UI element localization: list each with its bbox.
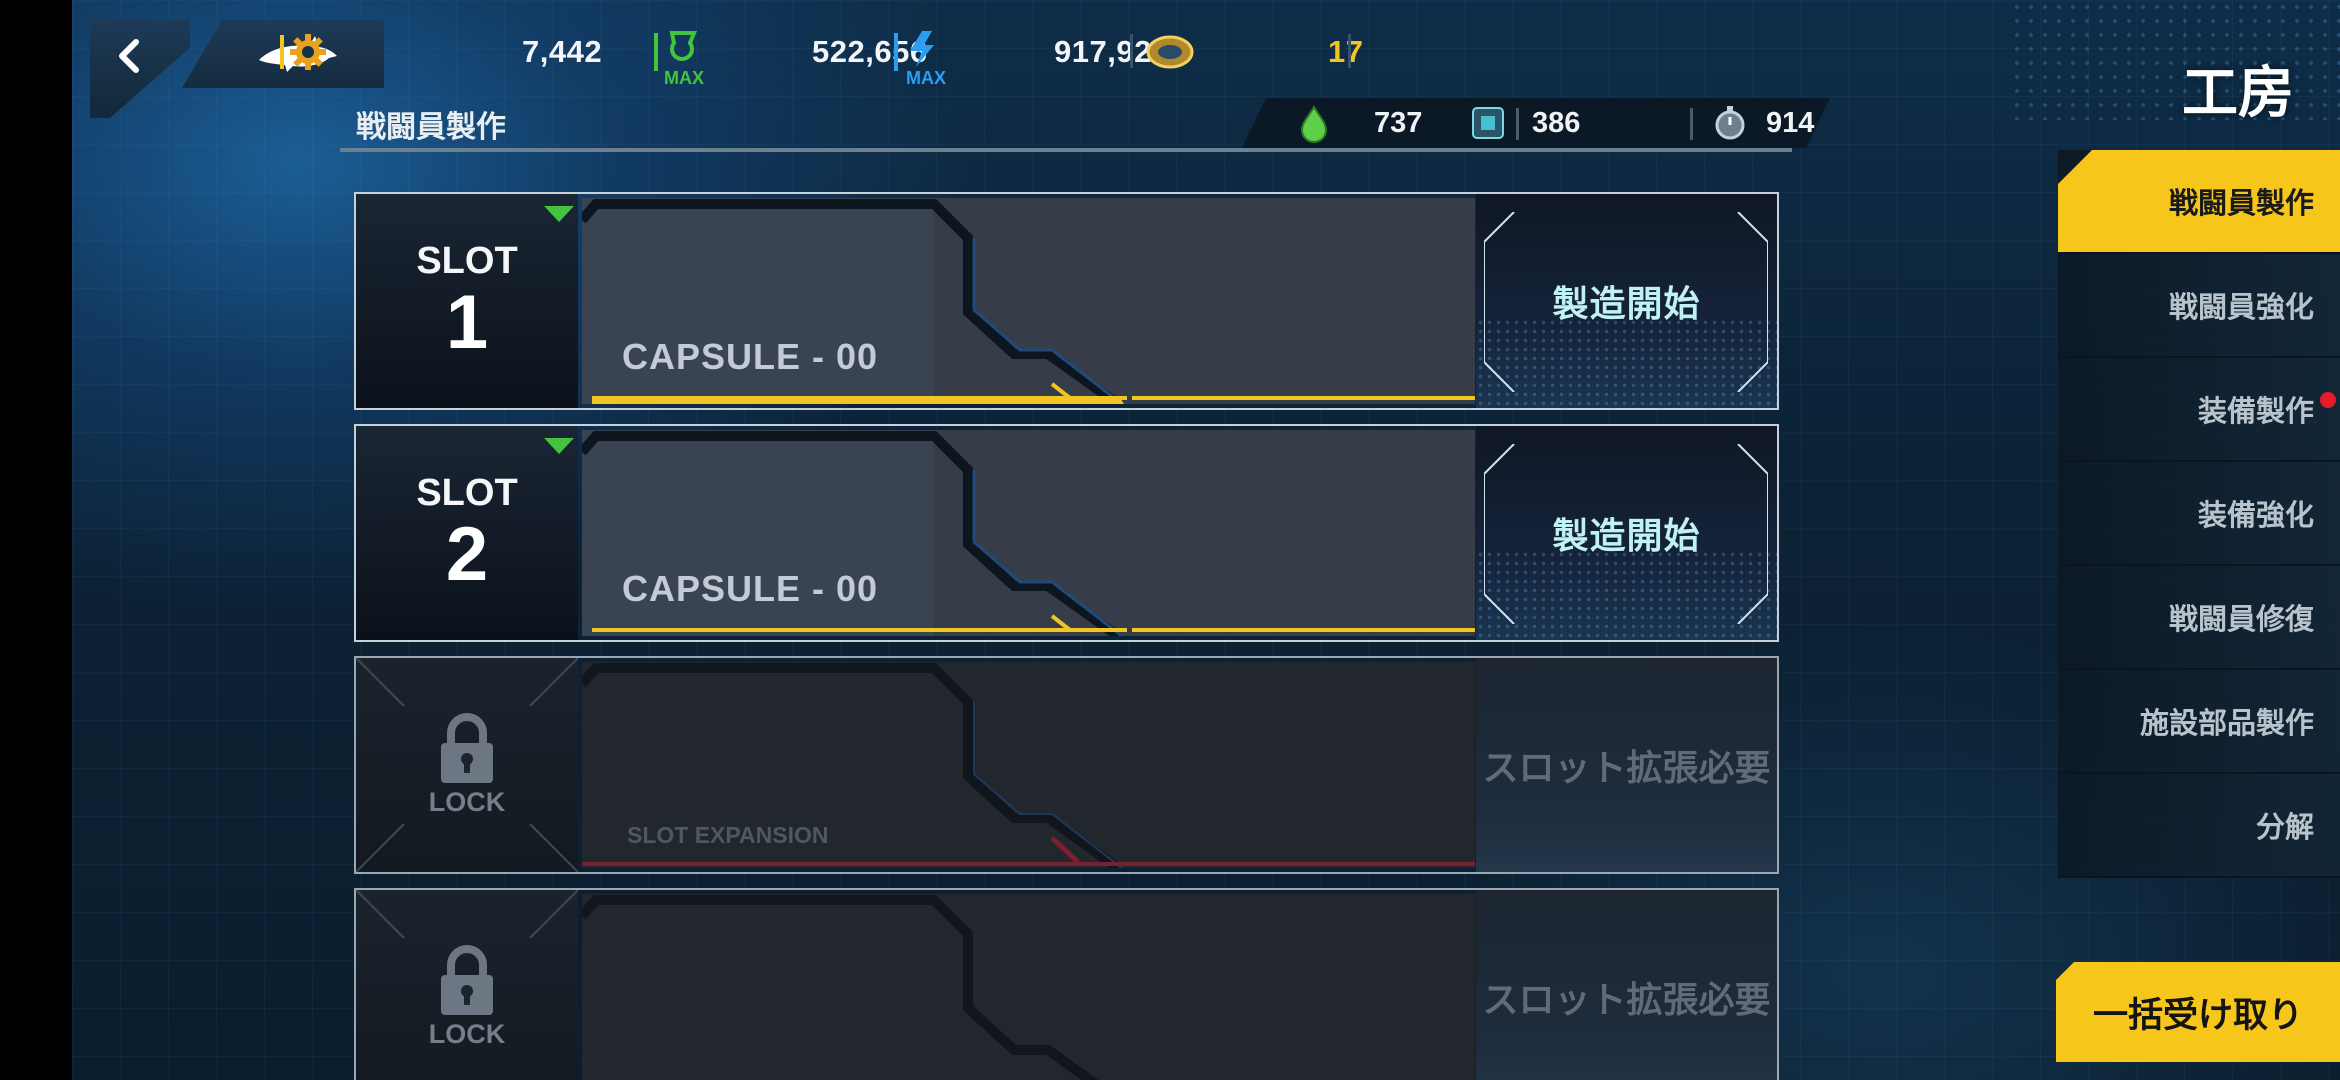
- green-drop-icon: [1300, 105, 1328, 143]
- start-production-button[interactable]: 製造開始: [1476, 426, 1777, 640]
- material-timer: 914: [1710, 98, 1814, 148]
- max-badge-blue: MAX: [906, 48, 946, 108]
- menu-item-combatant-repair[interactable]: 戦闘員修復: [2058, 566, 2340, 670]
- menu-item-label: 戦闘員強化: [2168, 290, 2314, 324]
- lock-corner-lines: [356, 658, 578, 872]
- bulk-receive-label: 一括受け取り: [2092, 995, 2303, 1036]
- resource-gear-value: 7,442: [522, 22, 602, 82]
- resource-gear: [278, 22, 328, 82]
- material-green-drop: 737: [1294, 98, 1422, 148]
- menu-item-facility-parts[interactable]: 施設部品製作: [2058, 670, 2340, 774]
- capsule-label: CAPSULE - 00: [622, 568, 879, 609]
- slot-4-locked: LOCK スロット拡張必要: [354, 888, 1779, 1080]
- menu-item-label: 装備製作: [2197, 394, 2314, 428]
- capsule-label: CAPSULE - 00: [622, 336, 879, 377]
- notification-dot-icon: [2320, 392, 2336, 408]
- resource-divider-end: [1348, 34, 1351, 68]
- slot-number: 1: [445, 280, 489, 365]
- capsule-panel: SLOT EXPANSION: [582, 662, 1475, 868]
- menu-item-equipment-enhance[interactable]: 装備強化: [2058, 462, 2340, 566]
- max-blue-badge: MAX: [906, 67, 946, 88]
- resource-divider: [1130, 34, 1133, 68]
- material-chip: 386: [1468, 98, 1580, 148]
- max-green-badge: MAX: [664, 67, 704, 88]
- capsule-panel: [582, 894, 1475, 1080]
- resource-ticket: [1142, 22, 1198, 82]
- timer-amount: 914: [1766, 106, 1815, 139]
- menu-item-dismantle[interactable]: 分解: [2058, 774, 2340, 878]
- timer-icon: [1715, 106, 1745, 140]
- slot-label: SLOT: [416, 472, 518, 514]
- new-indicator-icon: [544, 206, 574, 222]
- section-underline: [340, 148, 1792, 152]
- bulk-receive-button[interactable]: 一括受け取り: [2056, 962, 2340, 1062]
- menu-item-label: 施設部品製作: [2139, 706, 2314, 740]
- lock-corner-lines: [356, 890, 578, 939]
- slot-label: SLOT: [416, 240, 518, 282]
- side-menu: 戦闘員製作 戦闘員強化 装備製作 装備強化 戦闘員修復 施設部品製作 分解: [2058, 150, 2340, 878]
- lock-box[interactable]: LOCK: [356, 658, 578, 872]
- gear-amount: 7,442: [522, 34, 603, 69]
- lock-box[interactable]: LOCK: [356, 890, 578, 1080]
- section-title: 戦闘員製作: [356, 110, 506, 145]
- menu-item-label: 分解: [2255, 810, 2314, 844]
- slot-number: 2: [445, 512, 489, 597]
- start-production-button[interactable]: 製造開始: [1476, 194, 1777, 408]
- capsule-panel: CAPSULE - 00: [582, 430, 1475, 636]
- slot-expansion-required-label: スロット拡張必要: [1482, 748, 1771, 789]
- max-badge-green: MAX: [664, 48, 704, 108]
- start-production-label: 製造開始: [1552, 284, 1701, 325]
- workshop-screen: 7,442 MAX 522,656 MAX 917,920 17 工房 戦闘員製…: [72, 0, 2340, 1080]
- slot-1: SLOT 1 CAPSULE - 00 製造開始: [354, 192, 1779, 410]
- chip-icon: [1472, 107, 1504, 139]
- slot-expansion-required-label: スロット拡張必要: [1482, 980, 1771, 1021]
- slot-expansion-required-button[interactable]: スロット拡張必要: [1476, 658, 1777, 872]
- start-production-label: 製造開始: [1552, 516, 1701, 557]
- ticket-amount: 17: [1328, 34, 1364, 69]
- screen-title: 工房: [2182, 61, 2294, 126]
- capsule-panel: CAPSULE - 00: [582, 198, 1475, 404]
- new-indicator-icon: [544, 438, 574, 454]
- menu-item-label: 戦闘員製作: [2168, 186, 2314, 220]
- capsule-graphic: [582, 895, 1099, 1080]
- chip-amount: 386: [1532, 106, 1581, 139]
- menu-item-combatant-enhance[interactable]: 戦闘員強化: [2058, 254, 2340, 358]
- slot-3-locked: LOCK SLOT EXPANSION スロット拡張必要: [354, 656, 1779, 874]
- slot-number-box: SLOT 1: [356, 194, 578, 408]
- material-divider-2: [1690, 108, 1693, 140]
- chevron-left-icon: [119, 39, 139, 73]
- green-drop-amount: 737: [1374, 106, 1423, 139]
- resource-ticket-value: 17: [1328, 22, 1363, 82]
- menu-item-equipment-production[interactable]: 装備製作: [2058, 358, 2340, 462]
- menu-item-label: 装備強化: [2197, 498, 2314, 532]
- ticket-icon: [1146, 35, 1194, 69]
- menu-item-combatant-production[interactable]: 戦闘員製作: [2058, 150, 2340, 254]
- slot-expansion-required-button[interactable]: スロット拡張必要: [1476, 890, 1777, 1080]
- menu-item-label: 戦闘員修復: [2168, 602, 2314, 636]
- slot-expansion-label: SLOT EXPANSION: [627, 822, 829, 848]
- gear-icon: [280, 34, 326, 70]
- slot-2: SLOT 2 CAPSULE - 00 製造開始: [354, 424, 1779, 642]
- slot-number-box: SLOT 2: [356, 426, 578, 640]
